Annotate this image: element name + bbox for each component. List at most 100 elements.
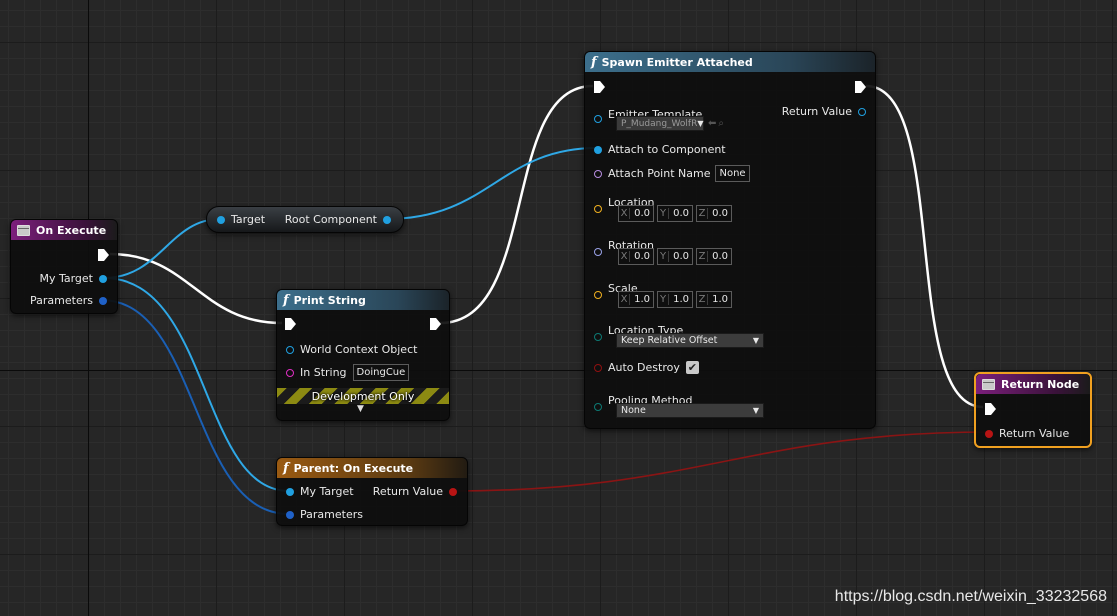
pin-row-return-value[interactable]: Return Value bbox=[373, 485, 457, 498]
pooling-method-value: None bbox=[621, 405, 646, 416]
node-get-root-component[interactable]: Target Root Component bbox=[206, 206, 404, 233]
scale-y-field[interactable]: Y 1.0 bbox=[657, 291, 693, 308]
pin-row-attach-to-component[interactable]: Attach to Component bbox=[594, 143, 726, 156]
vector-pin-icon[interactable] bbox=[594, 291, 602, 299]
bool-pin-icon[interactable] bbox=[449, 487, 457, 496]
axis-value: 0.0 bbox=[673, 208, 689, 219]
pin-row-parameters[interactable]: Parameters bbox=[30, 294, 107, 307]
emitter-template-picker[interactable]: P_Mudang_WolfR ▼ ⬅ ⌕ bbox=[616, 116, 724, 131]
axis-label: Y bbox=[658, 251, 669, 262]
node-spawn-emitter-attached[interactable]: f Spawn Emitter Attached Emitter Templat… bbox=[584, 51, 876, 429]
node-title: On Execute bbox=[36, 223, 107, 237]
enum-pin-icon[interactable] bbox=[594, 333, 602, 341]
exec-out-pin[interactable] bbox=[430, 318, 441, 330]
object-pin-icon[interactable] bbox=[99, 274, 107, 283]
location-type-dropdown[interactable]: Keep Relative Offset ▼ bbox=[616, 333, 764, 348]
rotation-y-field[interactable]: Y 0.0 bbox=[657, 248, 693, 265]
name-pin-icon[interactable] bbox=[594, 169, 602, 178]
event-icon bbox=[982, 378, 995, 390]
wire-return-to-returnnode[interactable] bbox=[451, 431, 991, 492]
browse-search-icon[interactable]: ⌕ bbox=[718, 118, 724, 129]
pin-row-target[interactable]: Target bbox=[217, 213, 265, 226]
exec-in-pin[interactable] bbox=[985, 403, 996, 415]
event-icon bbox=[17, 224, 30, 236]
pin-row-world-context[interactable]: World Context Object bbox=[286, 343, 417, 356]
wire-exec-printstring-spawn[interactable] bbox=[439, 84, 594, 325]
exec-pin-icon bbox=[430, 318, 441, 330]
node-print-string[interactable]: f Print String World Context Object In S… bbox=[276, 289, 450, 421]
pin-row-return-value[interactable]: Return Value bbox=[985, 427, 1069, 440]
bool-pin-icon[interactable] bbox=[985, 429, 993, 438]
axis-label: Z bbox=[697, 251, 708, 262]
location-x-field[interactable]: X 0.0 bbox=[618, 205, 654, 222]
node-return[interactable]: Return Node Return Value bbox=[974, 372, 1092, 448]
pin-row-auto-destroy[interactable]: Auto Destroy ✔ bbox=[594, 361, 699, 374]
object-pin-icon[interactable] bbox=[217, 215, 225, 224]
scale-x-field[interactable]: X 1.0 bbox=[618, 291, 654, 308]
pooling-method-dropdown[interactable]: None ▼ bbox=[616, 403, 764, 418]
enum-pin-icon[interactable] bbox=[594, 403, 602, 411]
rotation-vector-input[interactable]: X 0.0 Y 0.0 Z 0.0 bbox=[618, 248, 732, 265]
object-pin-icon[interactable] bbox=[858, 107, 866, 116]
axis-label: Z bbox=[697, 208, 708, 219]
development-only-label: Development Only bbox=[311, 389, 415, 403]
use-selected-arrow-icon[interactable]: ⬅ bbox=[708, 118, 716, 129]
pin-label: Parameters bbox=[30, 294, 93, 307]
object-pin-icon[interactable] bbox=[594, 115, 602, 123]
pooling-method-select[interactable]: None ▼ bbox=[616, 403, 764, 418]
bool-pin-icon[interactable] bbox=[594, 363, 602, 372]
rotator-pin-icon[interactable] bbox=[594, 248, 602, 256]
pin-row-return-value[interactable]: Return Value bbox=[782, 105, 866, 118]
exec-out-pin[interactable] bbox=[98, 249, 109, 261]
object-pin-icon[interactable] bbox=[286, 487, 294, 496]
object-pin-icon[interactable] bbox=[383, 215, 391, 224]
location-y-field[interactable]: Y 0.0 bbox=[657, 205, 693, 222]
grid-axis-horizontal bbox=[0, 370, 1117, 371]
pin-label: Target bbox=[231, 213, 266, 226]
auto-destroy-checkbox[interactable]: ✔ bbox=[685, 361, 699, 374]
in-string-input[interactable]: DoingCue bbox=[352, 364, 409, 381]
attach-point-name-input[interactable]: None bbox=[715, 165, 750, 182]
checkmark-icon: ✔ bbox=[687, 361, 697, 374]
struct-pin-icon[interactable] bbox=[286, 510, 294, 519]
rotation-z-field[interactable]: Z 0.0 bbox=[696, 248, 732, 265]
wire-root-to-attach[interactable] bbox=[385, 147, 598, 220]
object-pin-icon[interactable] bbox=[286, 345, 294, 354]
pin-row-my-target[interactable]: My Target bbox=[39, 272, 107, 285]
object-pin-icon[interactable] bbox=[594, 145, 602, 154]
pin-row-attach-point-name[interactable]: Attach Point Name None bbox=[594, 165, 750, 182]
node-title: Return Node bbox=[1001, 377, 1080, 391]
wire-params-to-parent[interactable] bbox=[100, 299, 290, 515]
location-z-field[interactable]: Z 0.0 bbox=[696, 205, 732, 222]
node-header: f Print String bbox=[277, 290, 449, 310]
node-header: On Execute bbox=[11, 220, 117, 240]
exec-in-pin[interactable] bbox=[285, 318, 296, 330]
wire-exec-onexecute-printstring[interactable] bbox=[109, 252, 283, 325]
pin-row-in-string[interactable]: In String DoingCue bbox=[286, 364, 409, 381]
axis-label: Y bbox=[658, 208, 669, 219]
wire-target-to-parent[interactable] bbox=[103, 277, 290, 492]
pin-row-parameters[interactable]: Parameters bbox=[286, 508, 363, 521]
scale-z-field[interactable]: Z 1.0 bbox=[696, 291, 732, 308]
vector-pin-icon[interactable] bbox=[594, 205, 602, 213]
wire-target-to-getroot[interactable] bbox=[103, 218, 221, 279]
location-vector-input[interactable]: X 0.0 Y 0.0 Z 0.0 bbox=[618, 205, 732, 222]
node-on-execute[interactable]: On Execute My Target Parameters bbox=[10, 219, 118, 314]
struct-pin-icon[interactable] bbox=[99, 296, 107, 305]
node-header: f Parent: On Execute bbox=[277, 458, 467, 478]
exec-out-pin[interactable] bbox=[855, 81, 866, 93]
pin-label: My Target bbox=[300, 485, 354, 498]
rotation-x-field[interactable]: X 0.0 bbox=[618, 248, 654, 265]
function-icon: f bbox=[283, 292, 289, 308]
pin-row-my-target[interactable]: My Target bbox=[286, 485, 354, 498]
exec-in-pin[interactable] bbox=[594, 81, 605, 93]
scale-vector-input[interactable]: X 1.0 Y 1.0 Z 1.0 bbox=[618, 291, 732, 308]
expand-node-button[interactable]: ▼ bbox=[357, 404, 364, 414]
emitter-template-dropdown[interactable]: P_Mudang_WolfR ▼ bbox=[616, 116, 704, 131]
pin-row-root-component[interactable]: Root Component bbox=[285, 213, 391, 226]
wire-exec-spawn-return[interactable] bbox=[865, 84, 984, 409]
string-pin-icon[interactable] bbox=[286, 368, 294, 377]
location-type-select[interactable]: Keep Relative Offset ▼ bbox=[616, 333, 764, 348]
wire-layer bbox=[100, 84, 991, 515]
node-parent-on-execute[interactable]: f Parent: On Execute My Target Return Va… bbox=[276, 457, 468, 526]
